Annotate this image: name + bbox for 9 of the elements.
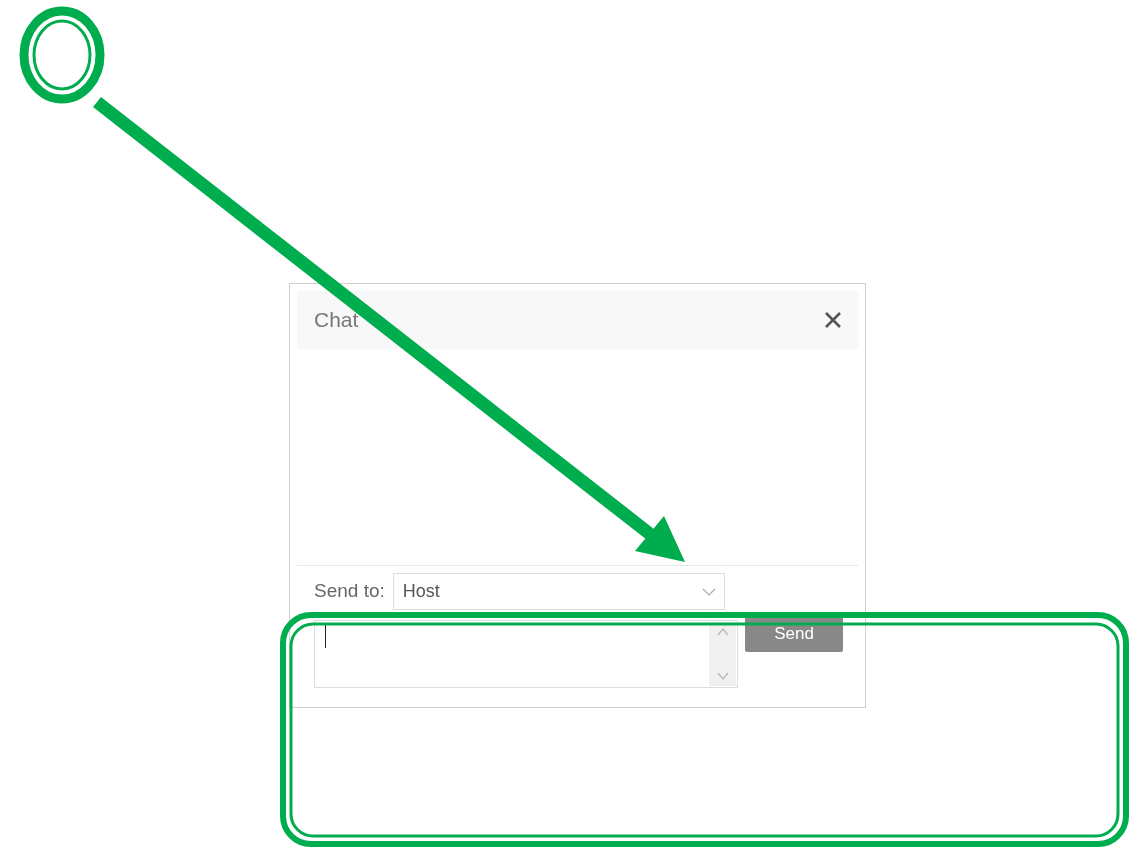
- dialog-title: Chat: [314, 307, 359, 334]
- send-to-label: Send to:: [314, 579, 385, 604]
- message-field[interactable]: [314, 620, 738, 688]
- close-icon: [824, 311, 842, 329]
- scroll-down-icon[interactable]: [716, 672, 729, 680]
- text-cursor: [325, 624, 326, 648]
- recipient-select[interactable]: Host: [392, 573, 725, 610]
- scroll-up-icon[interactable]: [716, 628, 729, 636]
- chevron-down-icon: [701, 587, 716, 596]
